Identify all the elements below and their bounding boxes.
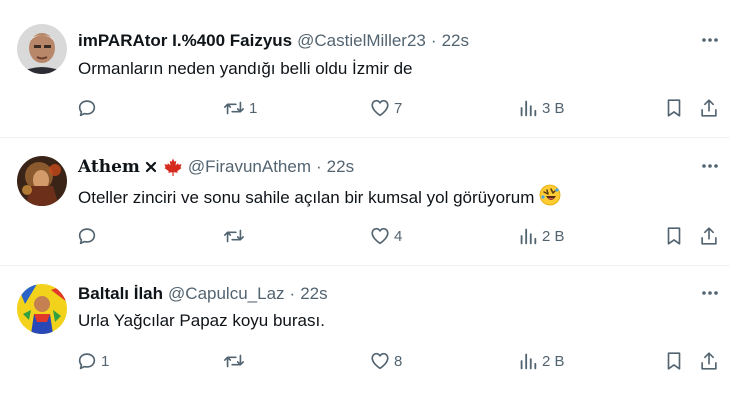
analytics-icon (520, 100, 537, 117)
more-options-button[interactable] (698, 154, 722, 178)
maple-leaf-icon (163, 157, 183, 177)
share-icon (701, 352, 717, 370)
tweet[interactable]: Baltalı İlah @Capulcu_Laz · 22s Urla Yağ… (0, 266, 730, 420)
share-button[interactable] (698, 349, 720, 373)
tweet-actions: 1 8 2 B (76, 349, 726, 373)
avatar[interactable] (17, 156, 67, 206)
reply-count: 1 (101, 352, 110, 370)
like-button[interactable]: 4 (369, 224, 402, 248)
more-icon (702, 164, 718, 168)
user-handle[interactable]: @CastielMiller23 (297, 31, 426, 51)
rolling-laughing-emoji-icon (539, 184, 561, 211)
tweet-text: Oteller zinciri ve sonu sahile açılan bi… (78, 187, 535, 207)
tweet[interactable]: Athem @FiravunAthem · 22s Oteller zincir… (0, 138, 730, 266)
retweet-count: 1 (249, 99, 258, 117)
x-letter-icon (145, 161, 157, 173)
share-button[interactable] (698, 96, 720, 120)
views-button[interactable]: 2 B (517, 224, 565, 248)
like-button[interactable]: 8 (369, 349, 402, 373)
retweet-icon (224, 229, 244, 243)
more-options-button[interactable] (698, 281, 722, 305)
more-options-button[interactable] (698, 28, 722, 52)
views-button[interactable]: 3 B (517, 96, 565, 120)
heart-icon (371, 352, 389, 370)
bookmark-icon (667, 352, 681, 370)
view-count: 3 B (542, 99, 565, 117)
bookmark-button[interactable] (663, 96, 685, 120)
heart-icon (371, 99, 389, 117)
reply-button[interactable] (76, 96, 101, 120)
tweet-text: Urla Yağcılar Papaz koyu burası. (78, 311, 325, 330)
view-count: 2 B (542, 352, 565, 370)
tweet-actions: 1 7 3 B (76, 96, 726, 120)
more-icon (702, 38, 718, 42)
tweet-actions: 4 2 B (76, 224, 726, 248)
separator-dot: · (430, 31, 437, 50)
views-button[interactable]: 2 B (517, 349, 565, 373)
analytics-icon (520, 353, 537, 370)
retweet-button[interactable]: 1 (222, 96, 257, 120)
timestamp[interactable]: 22s (300, 284, 327, 304)
tweet-header: Athem @FiravunAthem · 22s (78, 155, 354, 179)
retweet-icon (224, 101, 244, 115)
bookmark-button[interactable] (663, 349, 685, 373)
like-count: 7 (394, 99, 403, 117)
like-button[interactable]: 7 (369, 96, 402, 120)
tweet-text-container: Oteller zinciri ve sonu sahile açılan bi… (78, 184, 561, 211)
reply-button[interactable] (76, 224, 101, 248)
bookmark-button[interactable] (663, 224, 685, 248)
display-name[interactable]: Baltalı İlah (78, 284, 163, 304)
bookmark-icon (667, 227, 681, 245)
share-button[interactable] (698, 224, 720, 248)
display-name[interactable]: Athem (78, 157, 140, 177)
reply-icon (78, 100, 96, 117)
like-count: 8 (394, 352, 403, 370)
timestamp[interactable]: 22s (327, 157, 354, 177)
avatar[interactable] (17, 284, 67, 334)
tweet-text: Ormanların neden yandığı belli oldu İzmi… (78, 59, 413, 78)
tweet[interactable]: imPARAtor I.%400 Faizyus @CastielMiller2… (0, 0, 730, 138)
retweet-icon (224, 354, 244, 368)
retweet-button[interactable] (222, 224, 249, 248)
tweet-header: imPARAtor I.%400 Faizyus @CastielMiller2… (78, 29, 469, 53)
reply-button[interactable]: 1 (76, 349, 109, 373)
like-count: 4 (394, 227, 403, 245)
view-count: 2 B (542, 227, 565, 245)
retweet-button[interactable] (222, 349, 249, 373)
more-icon (702, 291, 718, 295)
user-handle[interactable]: @FiravunAthem (188, 157, 311, 177)
user-handle[interactable]: @Capulcu_Laz (168, 284, 285, 304)
separator-dot: · (316, 157, 322, 176)
reply-icon (78, 228, 96, 245)
share-icon (701, 227, 717, 245)
tweet-header: Baltalı İlah @Capulcu_Laz · 22s (78, 282, 328, 306)
bookmark-icon (667, 99, 681, 117)
separator-dot: · (289, 284, 296, 303)
share-icon (701, 99, 717, 117)
timestamp[interactable]: 22s (442, 31, 469, 51)
avatar[interactable] (17, 24, 67, 74)
display-name[interactable]: imPARAtor I.%400 Faizyus (78, 31, 292, 51)
analytics-icon (520, 228, 537, 245)
heart-icon (371, 227, 389, 245)
reply-icon (78, 353, 96, 370)
tweet-feed: imPARAtor I.%400 Faizyus @CastielMiller2… (0, 0, 730, 420)
